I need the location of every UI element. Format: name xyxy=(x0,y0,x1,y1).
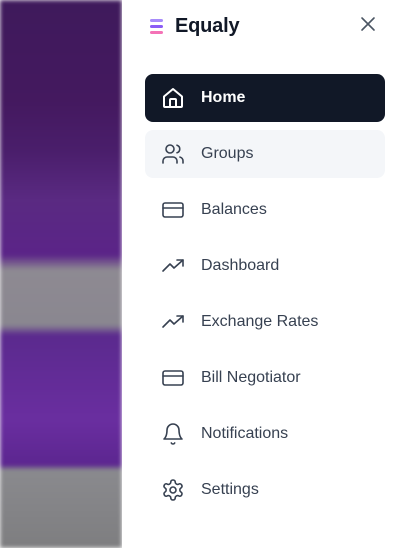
nav-label-home: Home xyxy=(201,89,246,106)
nav-label-dashboard: Dashboard xyxy=(201,257,280,274)
nav-item-exchange-rates[interactable]: Exchange Rates xyxy=(145,298,385,346)
trending-up-icon xyxy=(161,310,185,334)
nav-label-settings: Settings xyxy=(201,481,259,498)
credit-card-icon xyxy=(161,198,185,222)
nav-label-bill-negotiator: Bill Negotiator xyxy=(201,369,301,386)
nav-item-settings[interactable]: Settings xyxy=(145,466,385,514)
nav-label-groups: Groups xyxy=(201,145,254,162)
nav-label-exchange-rates: Exchange Rates xyxy=(201,313,319,330)
page-backdrop[interactable] xyxy=(0,0,122,548)
nav-menu: Home Groups Balances Dashboard Exchange … xyxy=(145,74,385,522)
gear-icon xyxy=(161,478,185,502)
nav-label-notifications: Notifications xyxy=(201,425,289,442)
nav-item-bill-negotiator[interactable]: Bill Negotiator xyxy=(145,354,385,402)
nav-label-balances: Balances xyxy=(201,201,267,218)
app-name: Equaly xyxy=(175,14,240,37)
nav-item-balances[interactable]: Balances xyxy=(145,186,385,234)
home-icon xyxy=(161,86,185,110)
trending-up-icon xyxy=(161,254,185,278)
navigation-drawer: Equaly Home Groups Balances Dashboard Ex… xyxy=(122,0,406,548)
close-icon xyxy=(361,17,375,31)
brand: Equaly xyxy=(150,14,240,38)
nav-item-notifications[interactable]: Notifications xyxy=(145,410,385,458)
nav-item-groups[interactable]: Groups xyxy=(145,130,385,178)
nav-item-dashboard[interactable]: Dashboard xyxy=(145,242,385,290)
logo-icon xyxy=(150,18,163,34)
users-icon xyxy=(161,142,185,166)
nav-item-home[interactable]: Home xyxy=(145,74,385,122)
close-button[interactable] xyxy=(358,14,378,34)
bell-icon xyxy=(161,422,185,446)
credit-card-icon xyxy=(161,366,185,390)
